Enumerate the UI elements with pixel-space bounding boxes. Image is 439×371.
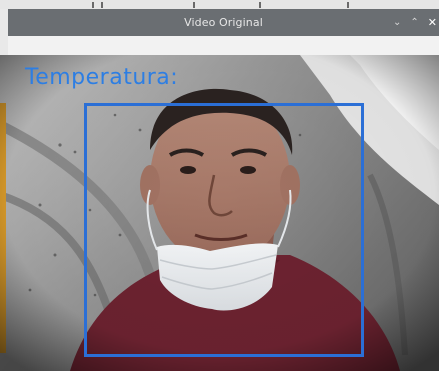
desktop-tick (101, 2, 103, 8)
temperature-label: Temperatura: (25, 65, 179, 90)
window-title: Video Original (184, 16, 263, 29)
window-titlebar[interactable]: Video Original ⌄ ⌃ ✕ (8, 9, 439, 36)
maximize-icon[interactable]: ⌃ (410, 17, 418, 28)
minimize-icon[interactable]: ⌄ (393, 17, 401, 28)
window-toolbar (8, 36, 439, 56)
desktop-tick (347, 2, 349, 8)
screen: Video Original ⌄ ⌃ ✕ Temperatura: (0, 0, 439, 371)
close-icon[interactable]: ✕ (428, 17, 437, 28)
video-frame: Temperatura: (0, 55, 439, 371)
desktop-strip (0, 0, 439, 9)
window-controls: ⌄ ⌃ ✕ (393, 9, 437, 36)
desktop-tick (193, 2, 195, 8)
face-detection-box (84, 103, 364, 357)
desktop-tick (259, 2, 261, 8)
desktop-tick (92, 2, 94, 8)
